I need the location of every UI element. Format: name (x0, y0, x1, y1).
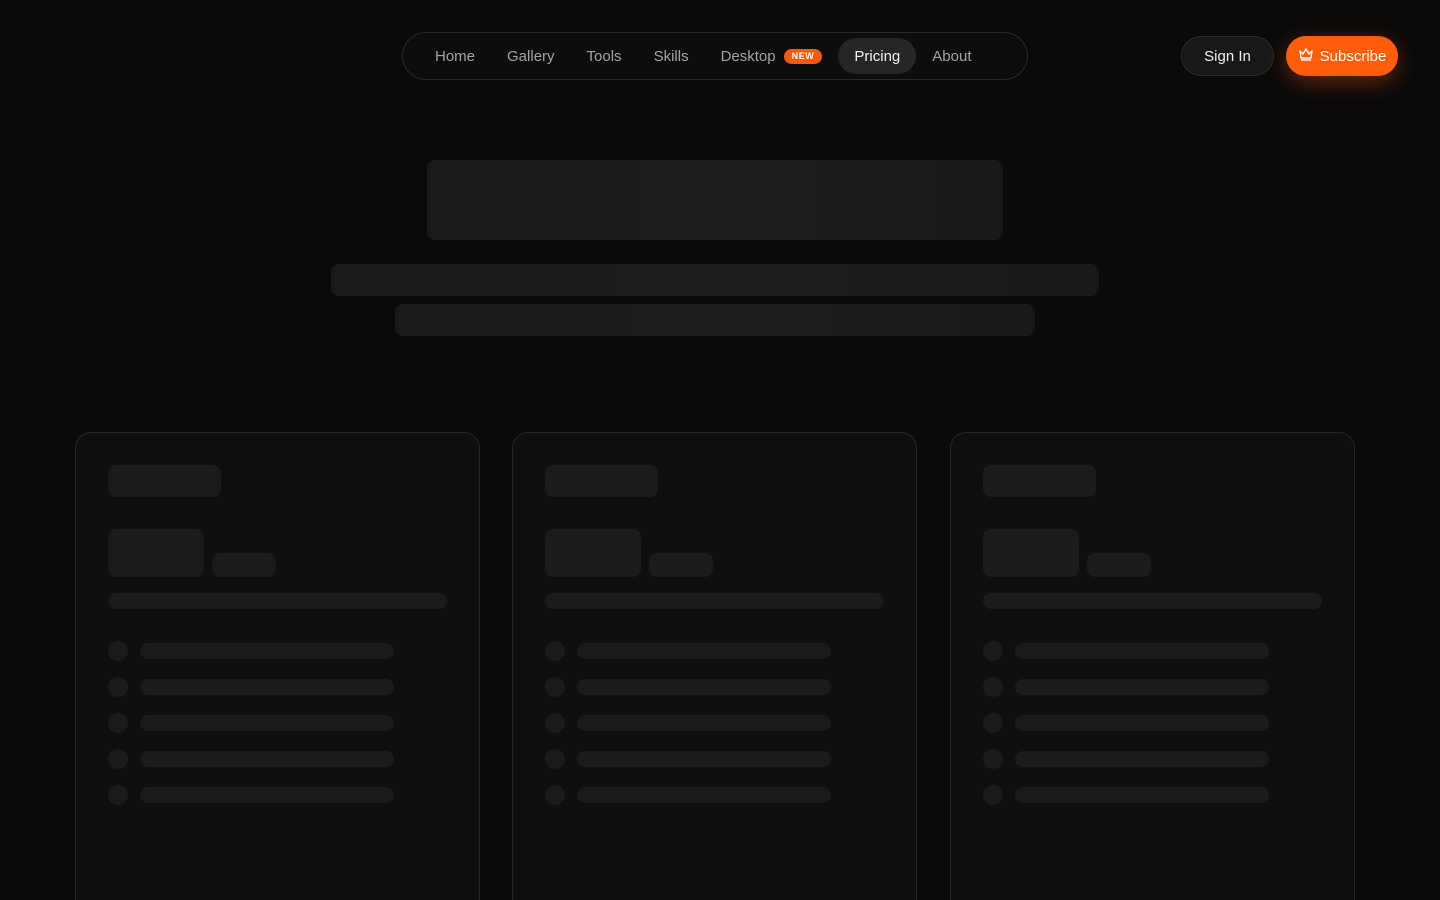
subscribe-label: Subscribe (1319, 47, 1387, 65)
feature-text-skeleton (140, 715, 394, 731)
pricing-card-skeleton (950, 432, 1355, 900)
feature-text-skeleton (577, 751, 831, 767)
feature-text-skeleton (577, 787, 831, 803)
feature-bullet-skeleton (983, 713, 1003, 733)
feature-text-skeleton (1015, 715, 1269, 731)
plan-period-skeleton (1087, 553, 1151, 577)
nav-item-pricing[interactable]: Pricing (838, 38, 917, 74)
feature-text-skeleton (140, 679, 394, 695)
feature-text-skeleton (1015, 643, 1269, 659)
hero-subtitle-skeleton (331, 264, 1099, 296)
nav-item-label: About (932, 47, 972, 65)
pricing-card-skeleton (512, 432, 917, 900)
sign-in-label: Sign In (1204, 47, 1251, 65)
feature-text-skeleton (1015, 787, 1269, 803)
feature-bullet-skeleton (545, 677, 565, 697)
feature-text-skeleton (140, 643, 394, 659)
feature-text-skeleton (577, 643, 831, 659)
feature-bullet-skeleton (983, 677, 1003, 697)
feature-bullet-skeleton (108, 641, 128, 661)
nav-item-desktop[interactable]: Desktop NEW (705, 38, 839, 74)
feature-bullet-skeleton (545, 785, 565, 805)
feature-bullet-skeleton (108, 713, 128, 733)
plan-price-skeleton (545, 529, 641, 577)
plan-period-skeleton (649, 553, 713, 577)
feature-bullet-skeleton (108, 749, 128, 769)
nav-item-tools[interactable]: Tools (571, 38, 638, 74)
pricing-card-skeleton (75, 432, 480, 900)
nav-item-gallery[interactable]: Gallery (491, 38, 571, 74)
plan-name-skeleton (983, 465, 1096, 497)
feature-text-skeleton (140, 787, 394, 803)
subscribe-button[interactable]: Subscribe (1286, 36, 1398, 76)
new-badge: NEW (783, 48, 823, 64)
plan-description-skeleton (983, 593, 1322, 609)
nav-item-skills[interactable]: Skills (638, 38, 705, 74)
feature-bullet-skeleton (108, 677, 128, 697)
plan-period-skeleton (212, 553, 276, 577)
plan-price-skeleton (983, 529, 1079, 577)
hero-title-skeleton (427, 160, 1003, 240)
feature-text-skeleton (577, 715, 831, 731)
feature-bullet-skeleton (545, 749, 565, 769)
nav-item-label: Desktop (720, 47, 776, 65)
plan-description-skeleton (545, 593, 884, 609)
feature-text-skeleton (1015, 751, 1269, 767)
feature-bullet-skeleton (108, 785, 128, 805)
nav-item-label: Tools (586, 47, 622, 65)
sign-in-button[interactable]: Sign In (1181, 36, 1274, 76)
feature-bullet-skeleton (983, 785, 1003, 805)
plan-price-skeleton (108, 529, 204, 577)
plan-description-skeleton (108, 593, 447, 609)
nav-item-about[interactable]: About (916, 38, 987, 74)
plan-name-skeleton (545, 465, 658, 497)
nav-item-home[interactable]: Home (419, 38, 491, 74)
crown-icon (1298, 46, 1314, 66)
feature-bullet-skeleton (545, 713, 565, 733)
feature-bullet-skeleton (983, 749, 1003, 769)
nav-item-label: Gallery (507, 47, 555, 65)
nav-item-label: Home (435, 47, 476, 65)
main-nav: Home Gallery Tools Skills Desktop NEW Pr… (402, 32, 1028, 80)
feature-text-skeleton (1015, 679, 1269, 695)
nav-item-label: Skills (653, 47, 689, 65)
hero-subtitle-skeleton (395, 304, 1035, 336)
feature-text-skeleton (577, 679, 831, 695)
feature-bullet-skeleton (545, 641, 565, 661)
nav-item-label: Pricing (854, 47, 901, 65)
plan-name-skeleton (108, 465, 221, 497)
feature-bullet-skeleton (983, 641, 1003, 661)
feature-text-skeleton (140, 751, 394, 767)
